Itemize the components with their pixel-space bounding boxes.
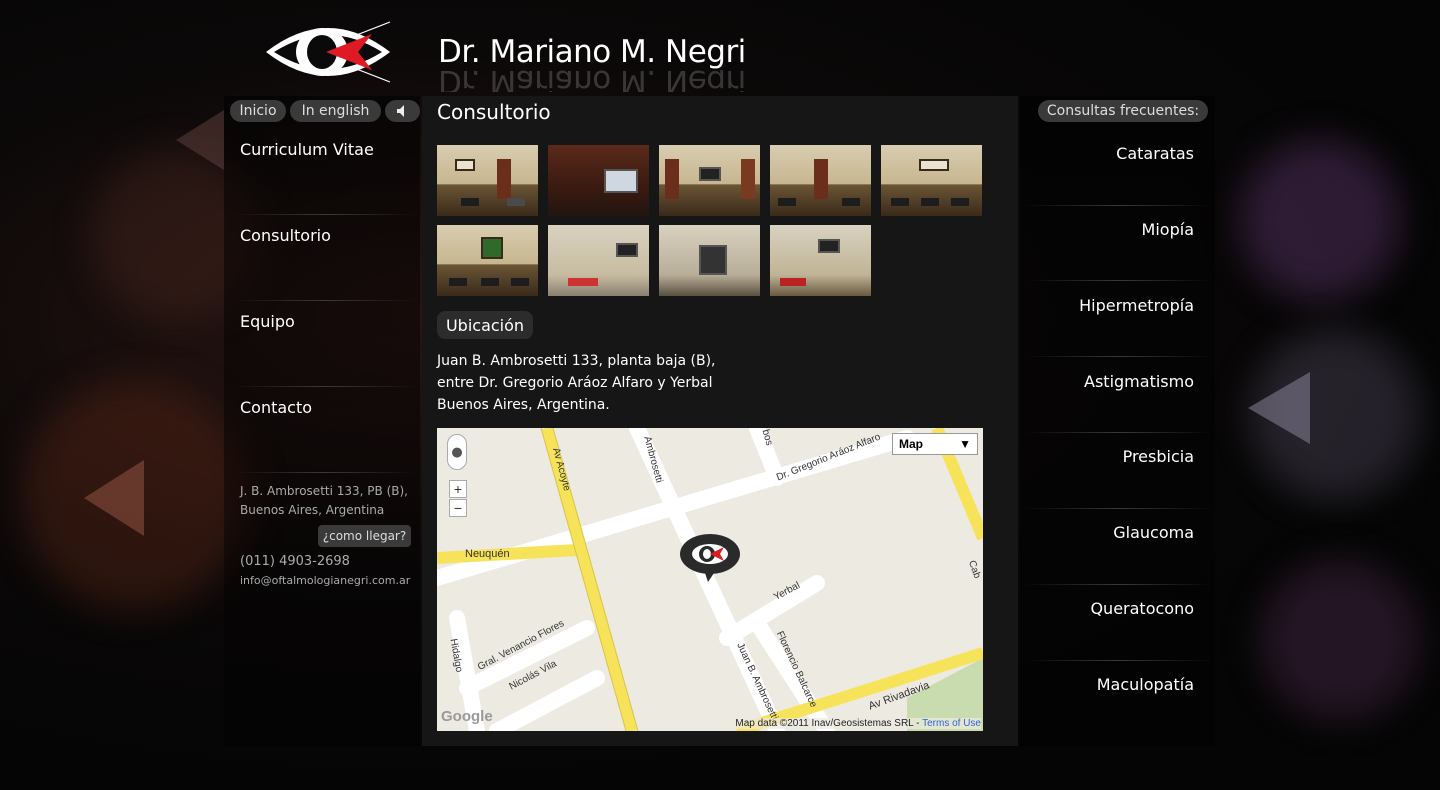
map-type-label: Map	[899, 437, 923, 451]
map-street-label: Neuquén	[465, 548, 510, 560]
google-logo: Google	[441, 708, 493, 725]
clinic-address-line: Juan B. Ambrosetti 133, planta baja (B),	[437, 353, 716, 369]
background-bokeh	[1240, 140, 1400, 300]
right-sidebar	[1020, 96, 1215, 746]
faq-divider	[1024, 280, 1214, 281]
faq-divider	[1024, 356, 1214, 357]
gallery-thumbnail[interactable]	[770, 145, 871, 216]
clinic-address-line: entre Dr. Gregorio Aráoz Alfaro y Yerbal	[437, 375, 713, 391]
background-bokeh	[1260, 560, 1420, 720]
zoom-in-button[interactable]: +	[449, 480, 467, 498]
map-credit-text: Map data ©2011 Inav/Geosistemas SRL -	[735, 718, 923, 729]
faq-divider	[1024, 584, 1214, 585]
gallery-thumbnail[interactable]	[770, 225, 871, 296]
faq-item-queratocono[interactable]: Queratocono	[1090, 599, 1194, 618]
street-view-pegman-icon[interactable]: ●	[447, 434, 467, 470]
gallery-thumbnail[interactable]	[548, 225, 649, 296]
sidebar-item-curriculum[interactable]: Curriculum Vitae	[240, 140, 374, 159]
inicio-button[interactable]: Inicio	[230, 100, 286, 122]
gallery-thumbnail[interactable]	[659, 225, 760, 296]
address-line-1: J. B. Ambrosetti 133, PB (B),	[240, 484, 408, 498]
ubicacion-heading: Ubicación	[437, 311, 533, 339]
clinic-address: Juan B. Ambrosetti 133, planta baja (B),…	[437, 350, 715, 416]
map-type-select[interactable]: Map ▼	[892, 433, 978, 455]
faq-item-maculopatia[interactable]: Maculopatía	[1097, 675, 1194, 694]
phone: (011) 4903-2698	[240, 554, 350, 569]
address-line-2: Buenos Aires, Argentina	[240, 503, 385, 517]
sidebar-item-contacto[interactable]: Contacto	[240, 398, 312, 417]
left-sidebar	[224, 96, 420, 746]
como-llegar-button[interactable]: ¿como llegar?	[318, 525, 411, 547]
location-map[interactable]: Av Acoyte Ambrosetti bos Dr. Gregorio Ar…	[437, 428, 983, 731]
sidebar-divider	[232, 472, 418, 473]
zoom-out-button[interactable]: −	[449, 499, 467, 517]
faq-item-glaucoma[interactable]: Glaucoma	[1113, 523, 1194, 542]
gallery-thumbnail[interactable]	[437, 225, 538, 296]
site-title-reflection: Dr. Mariano M. Negri	[438, 70, 746, 92]
faq-item-miopia[interactable]: Miopía	[1142, 220, 1194, 239]
speaker-icon	[396, 105, 404, 117]
dropdown-arrow-icon: ▼	[959, 437, 971, 451]
sidebar-divider	[232, 300, 418, 301]
faq-divider	[1024, 205, 1214, 206]
gallery-thumbnail[interactable]	[659, 145, 760, 216]
sidebar-divider	[232, 214, 418, 215]
page-title: Consultorio	[437, 100, 551, 124]
sidebar-item-equipo[interactable]: Equipo	[240, 312, 295, 331]
faq-divider	[1024, 660, 1214, 661]
map-credit: Map data ©2011 Inav/Geosistemas SRL - Te…	[735, 718, 981, 729]
gallery-thumbnail[interactable]	[548, 145, 649, 216]
terms-of-use-link[interactable]: Terms of Use	[922, 718, 981, 729]
gallery-thumbnail[interactable]	[881, 145, 982, 216]
background-triangle	[84, 460, 144, 536]
eye-logo[interactable]	[262, 18, 394, 86]
background-triangle	[1248, 372, 1310, 444]
sidebar-divider	[232, 386, 418, 387]
gallery-thumbnail[interactable]	[437, 145, 538, 216]
faq-divider	[1024, 508, 1214, 509]
sound-toggle-button[interactable]	[385, 100, 420, 122]
background-triangle	[176, 110, 224, 170]
map-marker-icon[interactable]	[680, 532, 742, 584]
sidebar-item-consultorio[interactable]: Consultorio	[240, 226, 331, 245]
site-title: Dr. Mariano M. Negri	[438, 34, 746, 70]
faq-item-hipermetropia[interactable]: Hipermetropía	[1079, 296, 1194, 315]
faq-heading: Consultas frecuentes:	[1038, 100, 1208, 122]
email-link[interactable]: info@oftalmologianegri.com.ar	[240, 571, 410, 590]
faq-item-astigmatismo[interactable]: Astigmatismo	[1084, 372, 1194, 391]
english-button[interactable]: In english	[290, 100, 381, 122]
faq-item-cataratas[interactable]: Cataratas	[1116, 144, 1194, 163]
clinic-address-line: Buenos Aires, Argentina.	[437, 397, 610, 413]
faq-item-presbicia[interactable]: Presbicia	[1123, 447, 1194, 466]
faq-divider	[1024, 432, 1214, 433]
